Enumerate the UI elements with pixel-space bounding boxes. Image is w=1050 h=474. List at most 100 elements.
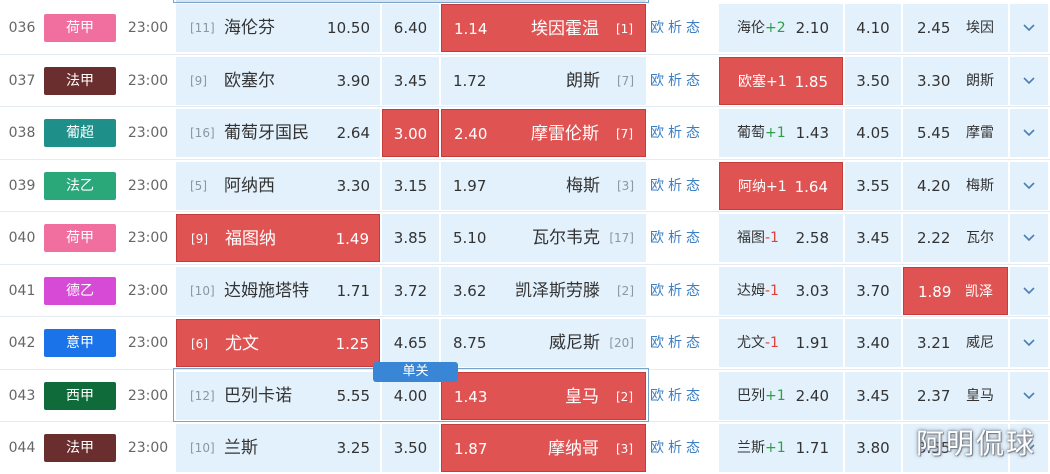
link-xi[interactable]: 析 xyxy=(668,335,682,351)
link-xi[interactable]: 析 xyxy=(668,388,682,404)
away-win-cell[interactable]: 1.72 朗斯 [7] xyxy=(441,56,646,105)
league-badge[interactable]: 葡超 xyxy=(44,119,116,147)
single-badge[interactable]: 单关 xyxy=(373,362,458,382)
chevron-down-icon[interactable] xyxy=(1010,4,1048,52)
link-tai[interactable]: 态 xyxy=(686,73,700,89)
league-badge[interactable]: 法乙 xyxy=(44,171,116,200)
link-tai[interactable]: 态 xyxy=(686,20,700,36)
handicap-win-cell[interactable]: 巴列+1 2.40 xyxy=(719,371,843,420)
link-ou[interactable]: 欧 xyxy=(650,388,664,404)
home-win-cell[interactable]: [12] 巴列卡诺 5.55 xyxy=(176,371,380,420)
link-xi[interactable]: 析 xyxy=(668,20,682,36)
link-xi[interactable]: 析 xyxy=(668,440,682,456)
handicap-draw-cell[interactable]: 3.40 xyxy=(845,319,901,367)
draw-cell[interactable]: 3.50 xyxy=(382,424,439,472)
handicap-draw-cell[interactable]: 3.45 xyxy=(845,371,901,420)
link-ou[interactable]: 欧 xyxy=(650,125,664,141)
link-ou[interactable]: 欧 xyxy=(650,230,664,246)
chevron-down-icon[interactable] xyxy=(1010,319,1048,367)
home-win-cell[interactable]: [9] 福图纳 1.49 xyxy=(176,214,380,262)
link-tai[interactable]: 态 xyxy=(686,388,700,404)
league-badge[interactable]: 荷甲 xyxy=(44,224,116,252)
league-badge[interactable]: 法甲 xyxy=(44,66,116,95)
match-number: 041 xyxy=(8,282,36,299)
link-ou[interactable]: 欧 xyxy=(650,73,664,89)
chevron-down-icon[interactable] xyxy=(1010,56,1048,105)
link-xi[interactable]: 析 xyxy=(668,73,682,89)
home-win-cell[interactable]: [5] 阿纳西 3.30 xyxy=(176,161,380,210)
link-ou[interactable]: 欧 xyxy=(650,20,664,36)
home-win-cell[interactable]: [10] 达姆施塔特 1.71 xyxy=(176,266,380,315)
handicap-draw-cell[interactable]: 3.70 xyxy=(845,266,901,315)
chevron-down-icon[interactable] xyxy=(1010,214,1048,262)
home-win-cell[interactable]: [16] 葡萄牙国民 2.64 xyxy=(176,109,380,157)
handicap-lose-cell[interactable]: 4.20 梅斯 xyxy=(903,161,1008,210)
draw-cell[interactable]: 3.85 xyxy=(382,214,439,262)
away-win-cell[interactable]: 1.87 摩纳哥 [3] xyxy=(441,424,646,472)
link-tai[interactable]: 态 xyxy=(686,335,700,351)
handicap-draw-cell[interactable]: 3.50 xyxy=(845,56,901,105)
handicap-lose-cell[interactable]: 1.89 凯泽 xyxy=(903,266,1008,315)
handicap-win-cell[interactable]: 福图-1 2.58 xyxy=(719,214,843,262)
handicap-lose-cell[interactable]: 2.37 皇马 xyxy=(903,371,1008,420)
handicap-win-cell[interactable]: 尤文-1 1.91 xyxy=(719,319,843,367)
away-win-cell[interactable]: 5.10 瓦尔韦克 [17] xyxy=(441,214,646,262)
link-tai[interactable]: 态 xyxy=(686,178,700,194)
link-ou[interactable]: 欧 xyxy=(650,178,664,194)
link-xi[interactable]: 析 xyxy=(668,283,682,299)
handicap-draw-cell[interactable]: 3.45 xyxy=(845,214,901,262)
away-win-cell[interactable]: 1.97 梅斯 [3] xyxy=(441,161,646,210)
link-ou[interactable]: 欧 xyxy=(650,283,664,299)
away-win-cell[interactable]: 3.62 凯泽斯劳滕 [2] xyxy=(441,266,646,315)
handicap-win-cell[interactable]: 葡萄+1 1.43 xyxy=(719,109,843,157)
league-badge[interactable]: 荷甲 xyxy=(44,14,116,42)
handicap-draw-cell[interactable]: 3.55 xyxy=(845,161,901,210)
handicap-draw-cell[interactable]: 4.05 xyxy=(845,109,901,157)
handicap-draw-cell[interactable]: 4.10 xyxy=(845,4,901,52)
handicap-lose-cell[interactable]: 2.45 埃因 xyxy=(903,4,1008,52)
handicap-lose-cell[interactable]: 2.22 瓦尔 xyxy=(903,214,1008,262)
handicap-lose-cell[interactable]: 3.21 威尼 xyxy=(903,319,1008,367)
handicap-lose-cell[interactable]: 5.45 摩雷 xyxy=(903,109,1008,157)
handicap-win-cell[interactable]: 兰斯+1 1.71 xyxy=(719,424,843,472)
handicap-draw-cell[interactable]: 3.80 xyxy=(845,424,901,472)
handicap-win-cell[interactable]: 海伦+2 2.10 xyxy=(719,4,843,52)
handicap-label: 海伦+2 xyxy=(737,4,786,52)
chevron-down-icon[interactable] xyxy=(1010,109,1048,157)
link-tai[interactable]: 态 xyxy=(686,230,700,246)
link-ou[interactable]: 欧 xyxy=(650,440,664,456)
draw-cell[interactable]: 3.15 xyxy=(382,161,439,210)
league-badge[interactable]: 意甲 xyxy=(44,329,116,357)
home-win-cell[interactable]: [9] 欧塞尔 3.90 xyxy=(176,56,380,105)
link-tai[interactable]: 态 xyxy=(686,283,700,299)
chevron-down-icon[interactable] xyxy=(1010,161,1048,210)
away-win-cell[interactable]: 1.43 皇马 [2] xyxy=(441,371,646,420)
handicap-win-cell[interactable]: 欧塞+1 1.85 xyxy=(719,56,843,105)
home-win-cell[interactable]: [10] 兰斯 3.25 xyxy=(176,424,380,472)
home-win-cell[interactable]: [11] 海伦芬 10.50 xyxy=(176,4,380,52)
link-tai[interactable]: 态 xyxy=(686,440,700,456)
away-win-cell[interactable]: 8.75 威尼斯 [20] xyxy=(441,319,646,367)
away-win-cell[interactable]: 1.14 埃因霍温 [1] xyxy=(441,4,646,52)
match-time: 23:00 xyxy=(127,177,169,194)
draw-cell[interactable]: 3.00 xyxy=(382,109,439,157)
league-badge[interactable]: 西甲 xyxy=(44,381,116,410)
link-xi[interactable]: 析 xyxy=(668,125,682,141)
chevron-down-icon[interactable] xyxy=(1010,266,1048,315)
league-badge[interactable]: 德乙 xyxy=(44,276,116,305)
link-xi[interactable]: 析 xyxy=(668,178,682,194)
league-badge[interactable]: 法甲 xyxy=(44,434,116,462)
home-win-cell[interactable]: [6] 尤文 1.25 xyxy=(176,319,380,367)
handicap-lose-cell[interactable]: 3.30 朗斯 xyxy=(903,56,1008,105)
handicap-win-cell[interactable]: 阿纳+1 1.64 xyxy=(719,161,843,210)
draw-cell[interactable]: 6.40 xyxy=(382,4,439,52)
link-ou[interactable]: 欧 xyxy=(650,335,664,351)
link-xi[interactable]: 析 xyxy=(668,230,682,246)
draw-cell[interactable]: 3.45 xyxy=(382,56,439,105)
chevron-down-icon[interactable] xyxy=(1010,371,1048,420)
draw-cell[interactable]: 4.65 xyxy=(382,319,439,367)
handicap-win-cell[interactable]: 达姆-1 3.03 xyxy=(719,266,843,315)
link-tai[interactable]: 态 xyxy=(686,125,700,141)
draw-cell[interactable]: 3.72 xyxy=(382,266,439,315)
away-win-cell[interactable]: 2.40 摩雷伦斯 [7] xyxy=(441,109,646,157)
